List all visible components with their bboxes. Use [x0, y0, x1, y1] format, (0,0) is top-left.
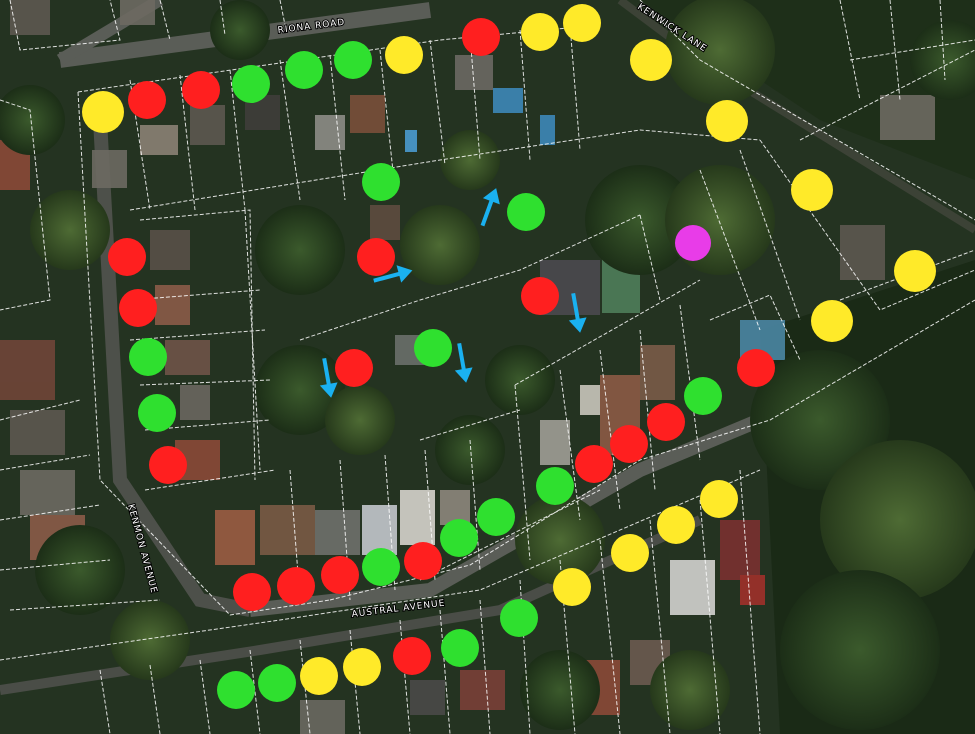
red-property-marker[interactable] [108, 238, 146, 276]
red-property-marker[interactable] [321, 556, 359, 594]
green-property-marker[interactable] [536, 467, 574, 505]
green-property-marker[interactable] [362, 548, 400, 586]
green-property-marker[interactable] [684, 377, 722, 415]
red-property-marker[interactable] [335, 349, 373, 387]
yellow-property-marker[interactable] [343, 648, 381, 686]
red-property-marker[interactable] [610, 425, 648, 463]
red-property-marker[interactable] [149, 446, 187, 484]
red-property-marker[interactable] [182, 71, 220, 109]
yellow-property-marker[interactable] [700, 480, 738, 518]
yellow-property-marker[interactable] [553, 568, 591, 606]
yellow-property-marker[interactable] [611, 534, 649, 572]
yellow-property-marker[interactable] [706, 100, 748, 142]
yellow-property-marker[interactable] [521, 13, 559, 51]
green-property-marker[interactable] [477, 498, 515, 536]
magenta-property-marker[interactable] [675, 225, 711, 261]
yellow-property-marker[interactable] [894, 250, 936, 292]
green-property-marker[interactable] [362, 163, 400, 201]
red-property-marker[interactable] [393, 637, 431, 675]
red-property-marker[interactable] [128, 81, 166, 119]
green-property-marker[interactable] [138, 394, 176, 432]
red-property-marker[interactable] [575, 445, 613, 483]
green-property-marker[interactable] [232, 65, 270, 103]
yellow-property-marker[interactable] [811, 300, 853, 342]
green-property-marker[interactable] [258, 664, 296, 702]
red-property-marker[interactable] [357, 238, 395, 276]
aerial-map[interactable]: RIONA ROAD KENWICK LANE KENMON AVENUE AU… [0, 0, 975, 734]
yellow-property-marker[interactable] [563, 4, 601, 42]
green-property-marker[interactable] [507, 193, 545, 231]
yellow-property-marker[interactable] [385, 36, 423, 74]
red-property-marker[interactable] [119, 289, 157, 327]
red-property-marker[interactable] [404, 542, 442, 580]
green-property-marker[interactable] [414, 329, 452, 367]
green-property-marker[interactable] [334, 41, 372, 79]
green-property-marker[interactable] [441, 629, 479, 667]
green-property-marker[interactable] [440, 519, 478, 557]
yellow-property-marker[interactable] [791, 169, 833, 211]
red-property-marker[interactable] [233, 573, 271, 611]
yellow-property-marker[interactable] [630, 39, 672, 81]
green-property-marker[interactable] [129, 338, 167, 376]
green-property-marker[interactable] [285, 51, 323, 89]
red-property-marker[interactable] [521, 277, 559, 315]
yellow-property-marker[interactable] [82, 91, 124, 133]
green-property-marker[interactable] [217, 671, 255, 709]
red-property-marker[interactable] [277, 567, 315, 605]
red-property-marker[interactable] [647, 403, 685, 441]
yellow-property-marker[interactable] [300, 657, 338, 695]
green-property-marker[interactable] [500, 599, 538, 637]
red-property-marker[interactable] [737, 349, 775, 387]
red-property-marker[interactable] [462, 18, 500, 56]
map-canvas: RIONA ROAD KENWICK LANE KENMON AVENUE AU… [0, 0, 975, 734]
yellow-property-marker[interactable] [657, 506, 695, 544]
